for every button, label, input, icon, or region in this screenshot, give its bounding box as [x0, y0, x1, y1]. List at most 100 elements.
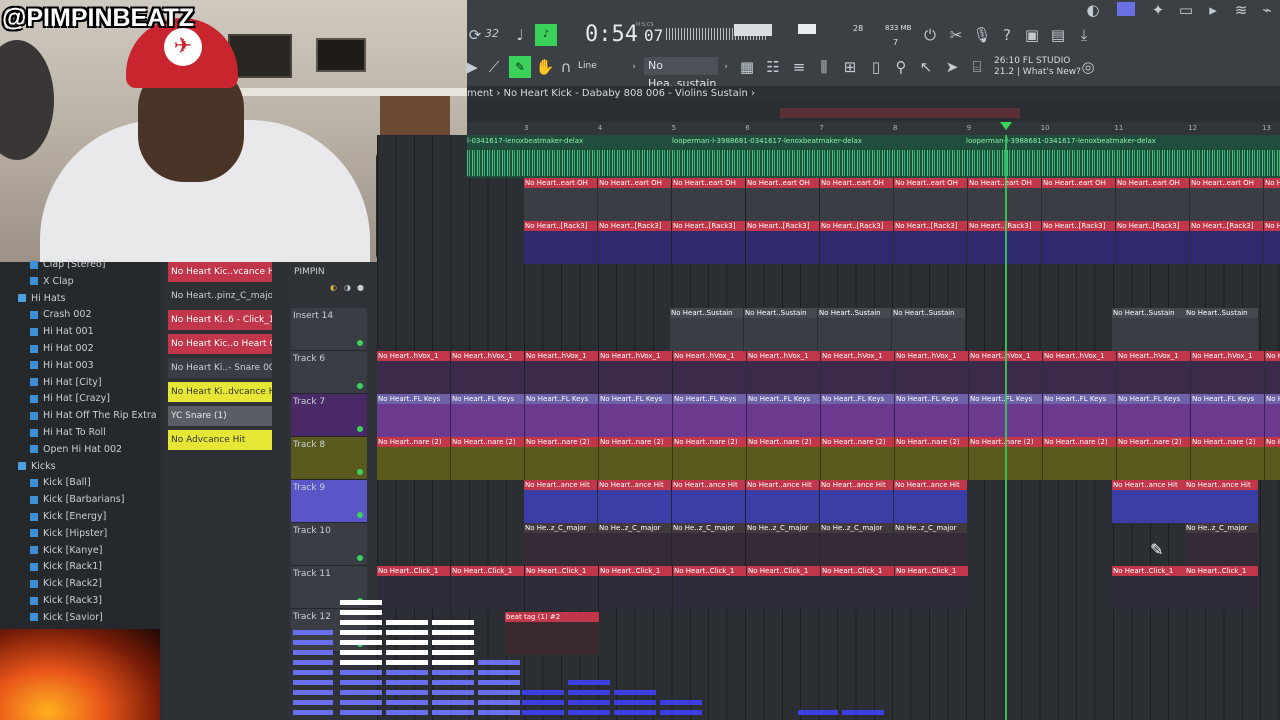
- browser-file[interactable]: Clap [Stereo]: [30, 259, 106, 270]
- browser-file[interactable]: Hi Hat Off The Rip Extra: [30, 410, 157, 421]
- pattern-clip[interactable]: No Heart..eart OH: [820, 178, 893, 221]
- browser-file[interactable]: Hi Hat 001: [30, 326, 94, 337]
- picker-item[interactable]: No Heart..pinz_C_major: [168, 286, 272, 306]
- pattern-clip[interactable]: No Heart..hVox_1: [377, 351, 450, 394]
- pattern-clip[interactable]: No Heart..Click_1: [821, 566, 894, 609]
- overview-scrollbar[interactable]: [780, 108, 1020, 118]
- pattern-clip[interactable]: No Heart..eart OH: [746, 178, 819, 221]
- pattern-clip[interactable]: No Heart..eart OH: [524, 178, 597, 221]
- pattern-clip[interactable]: No Heart..Click_1: [1112, 566, 1185, 609]
- pattern-clip[interactable]: No Heart..ance Hit: [1185, 480, 1258, 523]
- pattern-clip[interactable]: No Heart..Click_1: [895, 566, 968, 609]
- pattern-clip[interactable]: No Heart..[Rack3]: [1116, 221, 1189, 264]
- track-enabled-led[interactable]: [357, 555, 363, 561]
- export-icon[interactable]: ⤓: [1074, 25, 1094, 45]
- microphone-icon[interactable]: 🎙: [972, 25, 992, 45]
- save-icon[interactable]: ▣: [1022, 25, 1042, 45]
- browser-file[interactable]: Kick [Barbarians]: [30, 494, 124, 505]
- pattern-clip[interactable]: No He..z_C_major: [894, 523, 967, 566]
- pattern-clip[interactable]: No Heart..FL Keys: [821, 394, 894, 437]
- pattern-clip[interactable]: No Heart..ance Hit: [746, 480, 819, 523]
- pattern-clip[interactable]: No Heart..FL Keys: [895, 394, 968, 437]
- pattern-clip[interactable]: No Heart..ance Hit: [1112, 480, 1185, 523]
- pattern-clip[interactable]: No Heart..[Rack3]: [820, 221, 893, 264]
- picker-item[interactable]: No Advcance Hit: [168, 430, 272, 450]
- pattern-clip[interactable]: No Heart..hVox_1: [821, 351, 894, 394]
- browser-file[interactable]: Kick [Energy]: [30, 511, 106, 522]
- pattern-clip[interactable]: No Heart..ance Hit: [524, 480, 597, 523]
- pattern-clip[interactable]: No Heart..Click_1: [451, 566, 524, 609]
- plugin-icon[interactable]: ✦: [1148, 0, 1168, 20]
- browser-file[interactable]: Kick [Rack1]: [30, 561, 102, 572]
- browser-file[interactable]: Hi Hat 002: [30, 343, 94, 354]
- cursor-tool-icon[interactable]: ↖: [916, 57, 936, 77]
- news-icon[interactable]: ⌸: [967, 57, 987, 77]
- pattern-clip[interactable]: No Heart..nare (2): [1117, 437, 1190, 480]
- playhead-marker[interactable]: [1000, 122, 1012, 130]
- pattern-clip[interactable]: No Heart..FL Keys: [747, 394, 820, 437]
- pattern-clip[interactable]: No Heart..hVox_1: [451, 351, 524, 394]
- save-as-icon[interactable]: ▤: [1048, 25, 1068, 45]
- pattern-clip[interactable]: No Heart..hVox_1: [1117, 351, 1190, 394]
- metronome-icon[interactable]: ♩: [510, 25, 530, 45]
- pattern-clip[interactable]: No Heart..Sustain: [670, 308, 743, 351]
- pattern-clip[interactable]: No Heart..FL Keys: [1265, 394, 1280, 437]
- pattern-clip[interactable]: No Heart..eart OH: [1264, 178, 1280, 221]
- browser-file[interactable]: Kick [Rack2]: [30, 578, 102, 589]
- master-volume-display[interactable]: [734, 24, 772, 36]
- pattern-clip[interactable]: No Heart..[Rack3]: [598, 221, 671, 264]
- pattern-clip[interactable]: No Heart..Click_1: [747, 566, 820, 609]
- power-icon[interactable]: ⏻: [920, 25, 940, 45]
- pattern-clip[interactable]: No Heart..[Rack3]: [746, 221, 819, 264]
- pattern-clip[interactable]: No He..z_C_major: [524, 523, 597, 566]
- pattern-clip[interactable]: No Heart..Sustain: [1185, 308, 1258, 351]
- pattern-clip[interactable]: No Heart..nare (2): [747, 437, 820, 480]
- pattern-clip[interactable]: No Heart..ance Hit: [894, 480, 967, 523]
- pattern-clip[interactable]: No Heart..hVox_1: [1265, 351, 1280, 394]
- pattern-clip[interactable]: No Heart..[Rack3]: [1042, 221, 1115, 264]
- pattern-clip[interactable]: No Heart..Sustain: [892, 308, 965, 351]
- faders-icon[interactable]: ⫼: [814, 57, 834, 77]
- pattern-clip[interactable]: No Heart..Sustain: [744, 308, 817, 351]
- pattern-clip[interactable]: No Heart..Click_1: [673, 566, 746, 609]
- track-header[interactable]: Track 8: [291, 437, 367, 480]
- pattern-clip[interactable]: No Heart..nare (2): [1043, 437, 1116, 480]
- fx-slot-icon[interactable]: ◐: [330, 283, 337, 292]
- pattern-clip[interactable]: No Heart..nare (2): [1191, 437, 1264, 480]
- record-icon[interactable]: ⟳: [465, 25, 485, 45]
- pattern-clip[interactable]: No Heart..[Rack3]: [1190, 221, 1263, 264]
- pattern-clip[interactable]: No Heart..FL Keys: [525, 394, 598, 437]
- pattern-clip[interactable]: No Heart..ance Hit: [598, 480, 671, 523]
- hierarchy-icon[interactable]: ⊞: [840, 57, 860, 77]
- playhead-line[interactable]: [1005, 135, 1007, 720]
- pattern-clip[interactable]: No Heart..nare (2): [599, 437, 672, 480]
- pattern-clip[interactable]: No Heart..FL Keys: [673, 394, 746, 437]
- browser-folder[interactable]: Hi Hats: [18, 293, 65, 304]
- pattern-clip[interactable]: No Heart..FL Keys: [1043, 394, 1116, 437]
- pattern-clip[interactable]: No Heart..hVox_1: [747, 351, 820, 394]
- pattern-clip[interactable]: No Heart..nare (2): [1265, 437, 1280, 480]
- pattern-clip[interactable]: No He..z_C_major: [746, 523, 819, 566]
- playlist-window-button[interactable]: [1117, 2, 1135, 16]
- globe-icon[interactable]: ◎: [1078, 57, 1098, 77]
- track-enabled-led[interactable]: [357, 469, 363, 475]
- pattern-clip[interactable]: No Heart..hVox_1: [1043, 351, 1116, 394]
- audio-clip-label[interactable]: looperman-l-3988681-0341617-lenoxbeatmak…: [672, 137, 862, 145]
- pattern-clip[interactable]: No Heart..hVox_1: [525, 351, 598, 394]
- pattern-clip[interactable]: No Heart..nare (2): [525, 437, 598, 480]
- pattern-clip[interactable]: No Heart..FL Keys: [599, 394, 672, 437]
- cut-icon[interactable]: ✂: [946, 25, 966, 45]
- pattern-clip[interactable]: No Heart..ance Hit: [672, 480, 745, 523]
- solo-icon[interactable]: ●: [357, 283, 364, 292]
- pattern-clip[interactable]: No Heart..nare (2): [451, 437, 524, 480]
- pianoroll-window-icon[interactable]: ⌁: [1257, 0, 1277, 20]
- pattern-clip[interactable]: No Heart..nare (2): [821, 437, 894, 480]
- send-icon[interactable]: ➤: [942, 57, 962, 77]
- song-time-display[interactable]: 0:54: [585, 22, 638, 47]
- track-header[interactable]: Track 7: [291, 394, 367, 437]
- snap-magnet-icon[interactable]: ∩: [556, 57, 576, 77]
- track-header[interactable]: Insert 14: [291, 308, 367, 351]
- browser-file[interactable]: Kick [Savior]: [30, 612, 103, 623]
- pattern-clip[interactable]: No Heart..FL Keys: [1117, 394, 1190, 437]
- track-header[interactable]: Track 9: [291, 480, 367, 523]
